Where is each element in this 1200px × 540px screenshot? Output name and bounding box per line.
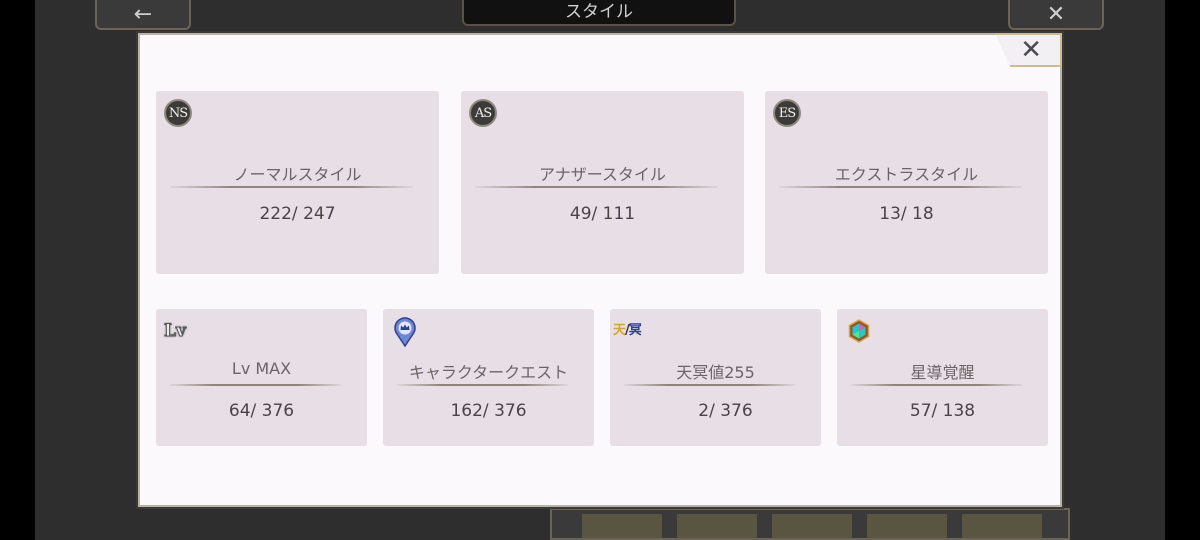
close-icon: ✕ <box>1046 2 1066 27</box>
card-label: 天冥値255 <box>676 363 755 382</box>
card-label: アナザースタイル <box>539 165 666 184</box>
close-icon: ✕ <box>1020 35 1042 65</box>
card-count: 162/ 376 <box>450 401 527 421</box>
background-panel <box>550 508 1070 540</box>
card-label: 星導覚醒 <box>910 363 975 382</box>
screen-close-button[interactable]: ✕ <box>1008 0 1104 30</box>
star-awakening-card[interactable]: 星導覚醒 57/ 138 <box>837 309 1048 446</box>
tenmei-card[interactable]: 天/冥 天冥値255 2/ 376 <box>610 309 821 446</box>
card-divider <box>475 186 718 188</box>
back-button[interactable]: ← <box>95 0 191 30</box>
card-label: エクストラスタイル <box>834 165 979 184</box>
as-badge-icon: AS <box>469 99 497 127</box>
background-thumbnail <box>962 514 1042 538</box>
another-style-card[interactable]: AS アナザースタイル 49/ 111 <box>461 91 744 274</box>
card-divider <box>779 186 1022 188</box>
card-label: ノーマルスタイル <box>233 165 362 184</box>
card-count: 49/ 111 <box>569 204 636 224</box>
ns-badge-icon: NS <box>164 99 192 127</box>
card-label: Lv MAX <box>231 359 292 378</box>
star-awakening-icon <box>848 319 870 343</box>
mei-glyph: 冥 <box>628 323 642 338</box>
right-letterbox <box>1165 0 1200 540</box>
left-letterbox <box>0 0 35 540</box>
card-count: 13/ 18 <box>879 204 934 224</box>
screen-title: スタイル <box>462 0 736 26</box>
lv-max-card[interactable]: Lv Lv MAX 64/ 376 <box>156 309 367 446</box>
background-thumbnail <box>677 514 757 538</box>
ten-glyph: 天 <box>613 323 626 338</box>
card-divider <box>851 384 1022 386</box>
background-thumbnail <box>772 514 852 538</box>
card-count: 2/ 376 <box>698 401 753 421</box>
card-divider <box>170 186 413 188</box>
back-arrow-icon: ← <box>133 2 153 27</box>
es-badge-icon: ES <box>773 99 801 127</box>
card-divider <box>397 384 568 386</box>
background-thumbnail <box>582 514 662 538</box>
card-count: 222/ 247 <box>259 204 336 224</box>
card-divider <box>170 384 341 386</box>
style-stats-modal: ✕ NS ノーマルスタイル 222/ 247 AS アナザースタイル 49/ 1… <box>138 33 1062 507</box>
card-label: キャラクタークエスト <box>408 363 569 382</box>
background-thumbnail <box>867 514 947 538</box>
card-count: 57/ 138 <box>909 401 976 421</box>
card-divider <box>624 384 795 386</box>
modal-close-button[interactable]: ✕ <box>994 33 1062 67</box>
card-count: 64/ 376 <box>228 401 295 421</box>
crown-pin-icon <box>394 317 416 347</box>
normal-style-card[interactable]: NS ノーマルスタイル 222/ 247 <box>156 91 439 274</box>
lv-icon: Lv <box>164 321 187 342</box>
extra-style-card[interactable]: ES エクストラスタイル 13/ 18 <box>765 91 1048 274</box>
tenmei-icon: 天/冥 <box>613 319 642 338</box>
character-quest-card[interactable]: キャラクタークエスト 162/ 376 <box>383 309 594 446</box>
